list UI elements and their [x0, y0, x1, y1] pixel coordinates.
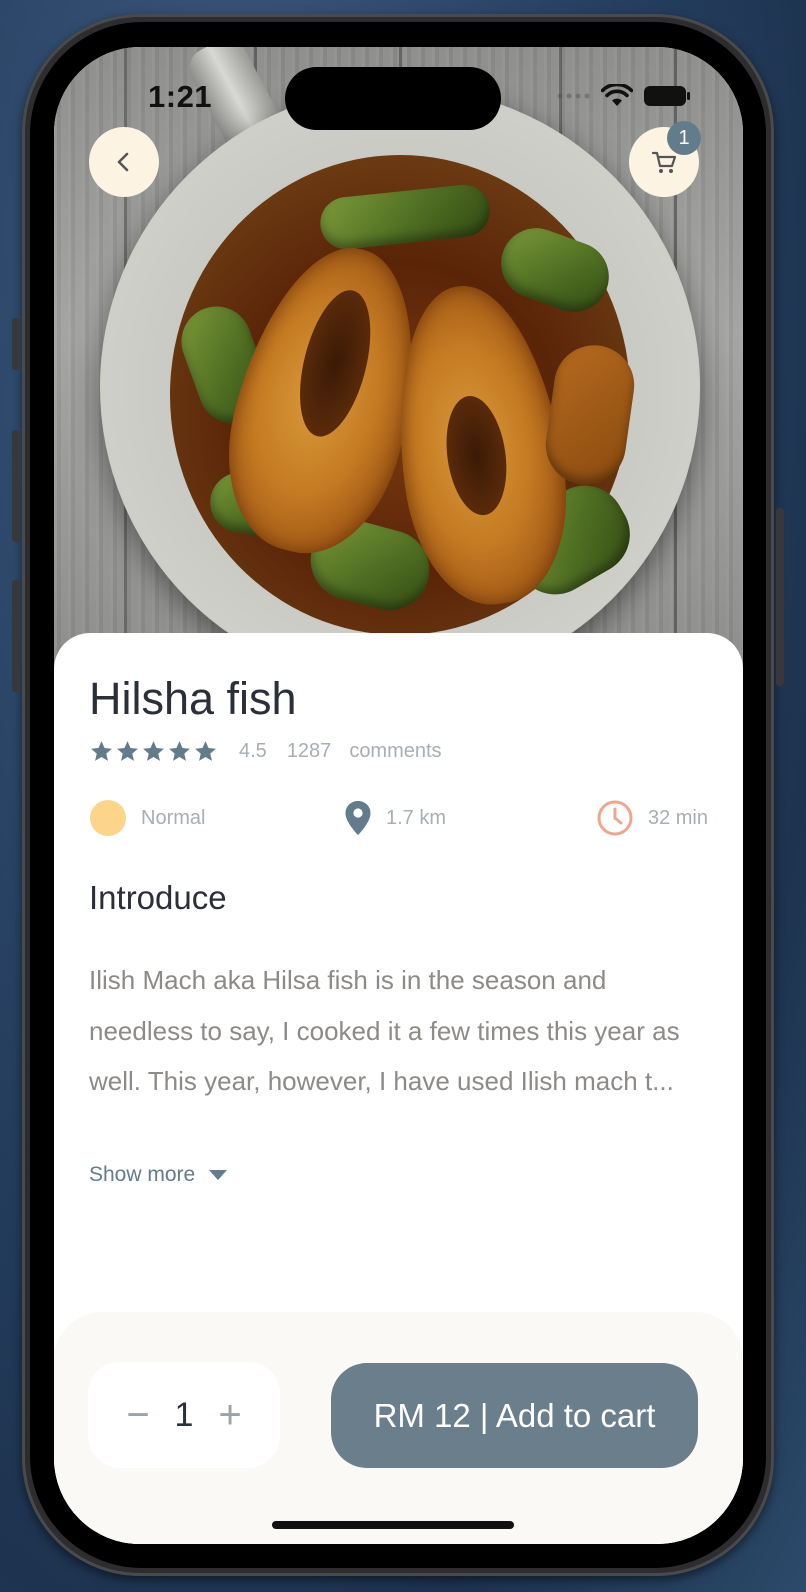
status-time: 1:21 [148, 79, 213, 114]
status-icons [557, 84, 691, 108]
app-screen: 1:21 1 Hilsha fish 4.5 1287 comments Nor… [54, 47, 743, 1544]
product-description: Ilish Mach aka Hilsa fish is in the seas… [89, 965, 680, 1096]
distance-label: 1.7 km [386, 806, 447, 829]
section-heading: Introduce [89, 879, 227, 916]
show-more-link[interactable]: Show more [89, 1163, 228, 1187]
cellular-signal-icon [557, 93, 590, 99]
home-indicator [272, 1521, 514, 1529]
rating-row: 4.5 1287 comments [89, 739, 442, 764]
distance: 1.7 km [344, 793, 446, 843]
cart-count-badge: 1 [667, 121, 701, 155]
product-title: Hilsha fish [89, 673, 297, 724]
spice-level-icon [90, 800, 126, 836]
mute-switch [12, 318, 20, 370]
cart-button[interactable]: 1 [629, 121, 701, 197]
comments-label: comments [349, 740, 442, 762]
spice-level: Normal [89, 793, 205, 843]
caret-down-icon [209, 1169, 228, 1180]
decrement-button[interactable]: − [122, 1395, 154, 1435]
add-to-cart-button[interactable]: RM 12 | Add to cart [331, 1363, 698, 1468]
volume-up-button [12, 430, 20, 542]
quantity-value: 1 [174, 1395, 194, 1434]
cook-time: 32 min [596, 793, 708, 843]
curry [170, 155, 645, 635]
star-icon [169, 741, 190, 761]
curry-pan [100, 87, 700, 687]
rating-value: 4.5 [239, 740, 267, 762]
increment-button[interactable]: + [214, 1395, 246, 1435]
wifi-icon [601, 84, 633, 106]
clock-icon [597, 800, 633, 836]
star-icon [143, 741, 164, 761]
comment-count: 1287 [286, 740, 332, 762]
info-row: Normal 1.7 km 32 min [89, 793, 708, 843]
quantity-stepper: − 1 + [88, 1362, 280, 1468]
volume-down-button [12, 580, 20, 692]
cook-time-label: 32 min [647, 806, 708, 829]
back-button[interactable] [89, 127, 159, 197]
power-button [776, 508, 784, 686]
dynamic-island [285, 67, 501, 130]
battery-icon [644, 86, 690, 106]
location-pin-icon [345, 801, 371, 835]
product-hero-image: 1:21 1 [54, 47, 743, 687]
cart-action-bar: − 1 + RM 12 | Add to cart [54, 1312, 743, 1544]
star-icon [91, 741, 112, 761]
star-icon [117, 741, 138, 761]
star-icon [195, 741, 216, 761]
spice-level-label: Normal [141, 806, 206, 829]
show-more-label: Show more [89, 1163, 196, 1186]
chevron-left-icon [117, 152, 129, 172]
